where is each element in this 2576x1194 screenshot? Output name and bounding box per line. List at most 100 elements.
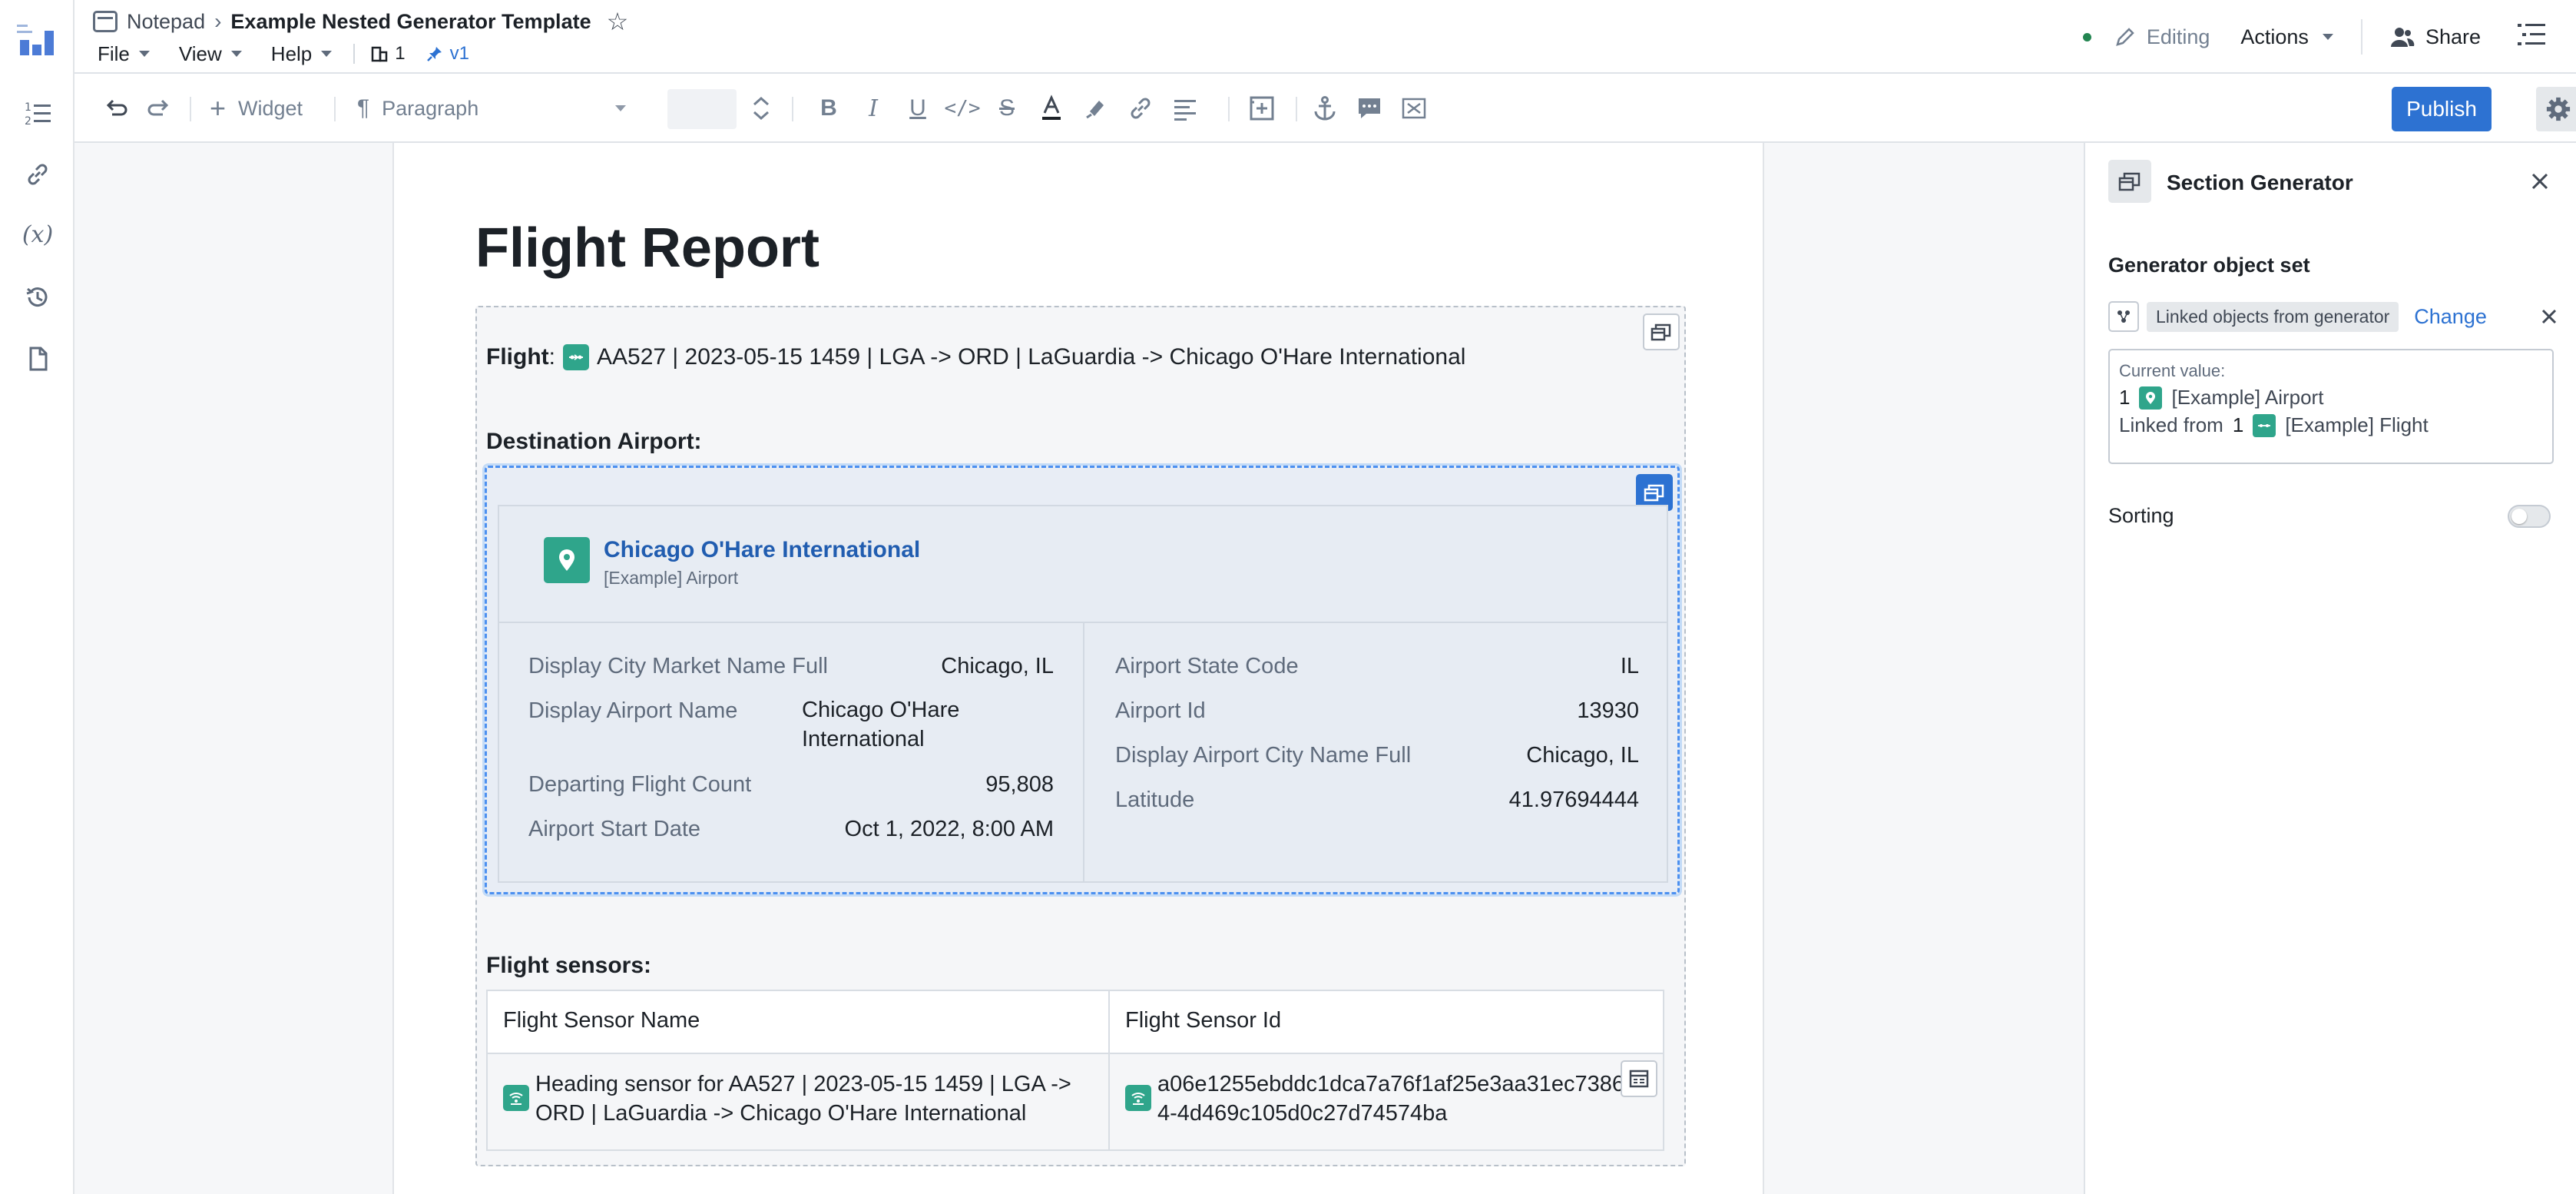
table-row[interactable]: Heading sensor for AA527 | 2023-05-15 14… (486, 1053, 1664, 1151)
chevron-up-icon (753, 96, 769, 106)
anchor-icon[interactable] (1310, 74, 1340, 143)
font-size-input[interactable] (667, 89, 737, 129)
bold-icon[interactable]: B (813, 74, 844, 143)
version-badge[interactable]: v1 (425, 43, 469, 65)
prop-key: Airport State Code (1115, 654, 1299, 678)
flight-object-link[interactable]: AA527 | 2023-05-15 1459 | LGA -> ORD | L… (597, 344, 1465, 370)
caret-down-icon (138, 51, 150, 57)
sensor-name-cell[interactable]: Heading sensor for AA527 | 2023-05-15 14… (486, 1053, 1110, 1151)
menu-help-label: Help (270, 41, 313, 65)
underline-icon[interactable]: U (902, 74, 933, 143)
toolbar-divider (190, 97, 191, 121)
actions-label: Actions (2240, 25, 2309, 48)
link-icon[interactable] (18, 155, 57, 194)
close-icon[interactable] (2525, 166, 2555, 197)
history-icon[interactable] (18, 278, 57, 317)
menubar: File View Help 1 v1 (98, 40, 469, 68)
airport-generator-section[interactable]: Chicago O'Hare International [Example] A… (485, 466, 1680, 894)
document-icon[interactable] (18, 340, 57, 378)
object-set-label: Generator object set (2108, 254, 2310, 277)
settings-gear-icon[interactable] (2536, 87, 2576, 131)
numbered-list-icon[interactable]: 12 (18, 94, 57, 132)
plus-icon: + (210, 92, 227, 124)
code-icon[interactable]: </> (945, 74, 981, 143)
menu-divider (353, 44, 356, 64)
sorting-toggle[interactable] (2508, 505, 2551, 528)
strikethrough-icon[interactable]: S (992, 74, 1022, 143)
widget-button[interactable]: + Widget (210, 74, 303, 143)
sensor-id: a06e1255ebddc1dca7a76f1af25e3aa31ec73865… (1157, 1072, 1637, 1126)
redo-icon[interactable] (142, 74, 177, 143)
object-set-tag: Linked objects from generator (2147, 301, 2399, 332)
change-object-set-button[interactable]: Change (2414, 305, 2487, 329)
column-header-sensor-name[interactable]: Flight Sensor Name (486, 990, 1110, 1054)
share-label: Share (2425, 25, 2481, 48)
flight-count: 1 (2232, 413, 2244, 436)
variable-icon[interactable]: (x) (18, 215, 57, 254)
prop-value: Chicago O'Hare International (802, 698, 960, 751)
remove-object-set-icon[interactable] (2540, 307, 2558, 326)
panel-title: Section Generator (2167, 171, 2353, 194)
clear-format-icon[interactable] (1399, 74, 1429, 143)
airport-location-icon (544, 537, 590, 583)
document-title[interactable]: Flight Report (475, 217, 819, 280)
prop-key: Airport Start Date (528, 817, 701, 841)
page-title[interactable]: Example Nested Generator Template (230, 10, 591, 34)
prop-value: IL (1620, 654, 1639, 678)
widget-label: Widget (238, 96, 303, 120)
insert-link-icon[interactable] (1125, 74, 1156, 143)
undo-icon[interactable] (98, 74, 133, 143)
italic-icon[interactable]: I (858, 74, 889, 143)
editing-mode-button[interactable]: Editing (2114, 25, 2210, 49)
prop-key: Airport Id (1115, 698, 1206, 723)
breadcrumb-parent[interactable]: Notepad (127, 10, 205, 34)
prop-key: Display Airport Name (528, 698, 738, 723)
app-logo-icon[interactable] (17, 20, 57, 57)
sensor-object-icon (503, 1085, 529, 1111)
object-set-row: Linked objects from generator Change (2108, 300, 2561, 333)
document-area: Flight Report Flight: AA527 | 2023-05-15… (74, 143, 2084, 1194)
caret-down-icon (615, 105, 626, 111)
panel-header: Section Generator (2085, 143, 2576, 220)
caret-down-icon (2322, 34, 2333, 40)
flight-type: [Example] Flight (2285, 413, 2429, 436)
column-header-sensor-id[interactable]: Flight Sensor Id (1108, 990, 1664, 1054)
section-generator-icon[interactable] (1643, 313, 1680, 350)
menu-file[interactable]: File (98, 42, 150, 66)
flight-generator-section[interactable]: Flight: AA527 | 2023-05-15 1459 | LGA ->… (475, 306, 1686, 1166)
prop-value: Oct 1, 2022, 8:00 AM (844, 817, 1054, 841)
prop-key: Display Airport City Name Full (1115, 743, 1412, 768)
highlight-icon[interactable] (1081, 74, 1111, 143)
actions-menu-button[interactable]: Actions (2240, 25, 2333, 49)
outline-icon[interactable] (2518, 22, 2545, 52)
align-icon[interactable] (1170, 74, 1200, 143)
svg-text:2: 2 (25, 115, 31, 128)
sensor-id-cell[interactable]: a06e1255ebddc1dca7a76f1af25e3aa31ec73865… (1108, 1053, 1664, 1151)
font-size-stepper[interactable] (746, 74, 776, 143)
insert-block-icon[interactable] (1247, 74, 1277, 143)
current-value-line: 1 [Example] Airport (2119, 386, 2323, 410)
publish-button[interactable]: Publish (2392, 87, 2492, 131)
left-rail: 12 (x) (0, 0, 74, 1194)
caret-down-icon (230, 51, 242, 57)
table-header-row: Flight Sensor Name Flight Sensor Id (486, 990, 1664, 1054)
prop-key: Display City Market Name Full (528, 654, 828, 678)
comment-icon[interactable] (1354, 74, 1385, 143)
text-color-icon[interactable] (1036, 74, 1067, 143)
airport-title-link[interactable]: Chicago O'Hare International (604, 537, 920, 563)
airport-count: 1 (2119, 386, 2131, 409)
star-icon[interactable]: ☆ (607, 7, 629, 36)
prop-key: Latitude (1115, 788, 1195, 812)
menu-help[interactable]: Help (270, 41, 333, 66)
references-count[interactable]: 1 (370, 43, 406, 65)
table-widget-icon[interactable] (1621, 1060, 1657, 1097)
destination-label: Destination Airport: (486, 429, 702, 454)
editing-label: Editing (2146, 25, 2210, 48)
share-button[interactable]: Share (2390, 25, 2481, 49)
paragraph-style-select[interactable]: ¶ Paragraph (357, 74, 634, 143)
airport-object-card: Chicago O'Hare International [Example] A… (498, 505, 1668, 883)
menu-view[interactable]: View (179, 42, 242, 66)
current-value-label: Current value: (2119, 361, 2226, 380)
header-divider (2360, 19, 2362, 55)
svg-text:1: 1 (25, 101, 31, 114)
